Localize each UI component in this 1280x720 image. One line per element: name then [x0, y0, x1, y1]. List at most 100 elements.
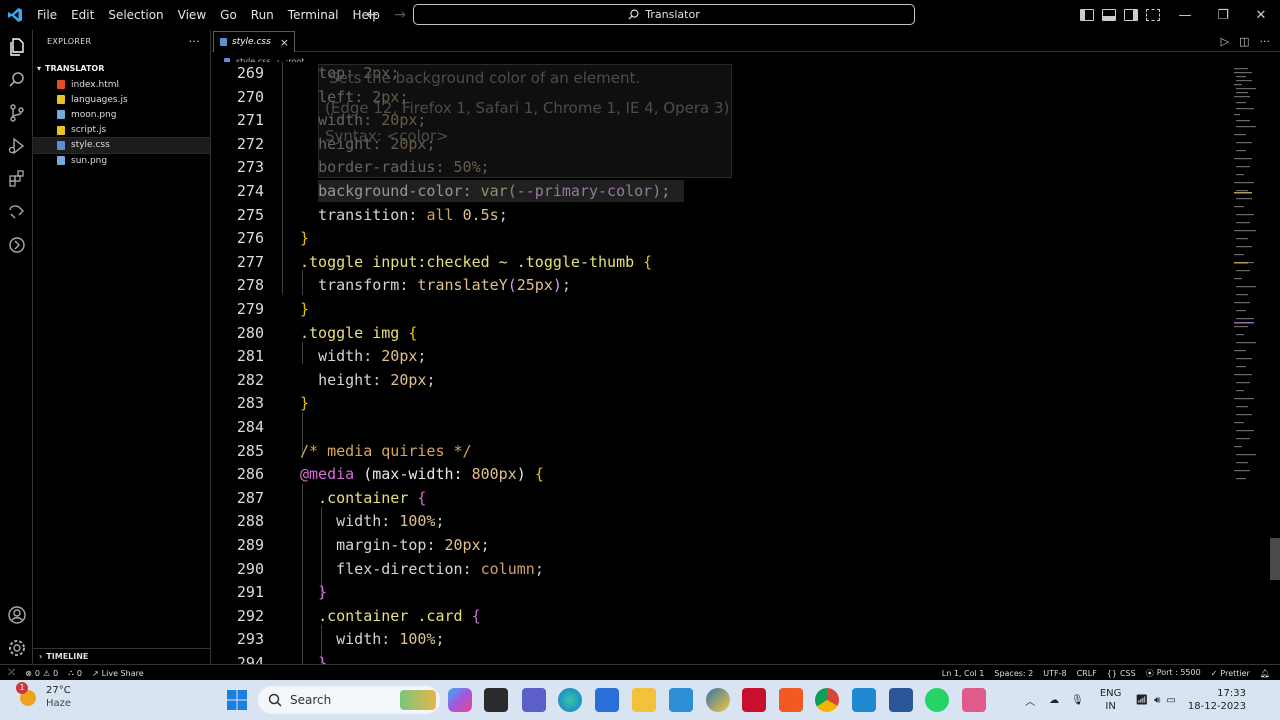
remote-explorer-icon[interactable]	[0, 195, 33, 228]
weather-widget[interactable]: 1 27°C Haze	[16, 682, 71, 710]
command-center-label: Translator	[645, 8, 700, 21]
python-app-icon[interactable]	[706, 688, 730, 712]
menu-go[interactable]: Go	[213, 0, 244, 30]
copilot-app-icon[interactable]	[448, 688, 472, 712]
microphone-icon[interactable]: 🎙︎	[1071, 695, 1084, 706]
tab-style-css[interactable]: style.css ×	[213, 31, 295, 52]
source-control-icon[interactable]	[0, 96, 33, 129]
time: 17:33	[1217, 688, 1246, 699]
hover-description: Sets the background color of an element.	[329, 69, 641, 87]
file-style-css[interactable]: style.css	[32, 136, 211, 154]
file-index-html[interactable]: index.html	[33, 77, 210, 92]
taskbar-search[interactable]: Search	[258, 686, 440, 714]
file-label: moon.png	[71, 109, 117, 120]
weather-sun-icon: 1	[16, 682, 40, 708]
explorer-icon[interactable]	[0, 30, 33, 63]
accounts-icon[interactable]	[0, 598, 33, 631]
file-script-js[interactable]: script.js	[33, 123, 210, 138]
run-debug-icon[interactable]	[0, 129, 33, 162]
live-share-icon[interactable]	[0, 228, 33, 261]
menu-terminal[interactable]: Terminal	[281, 0, 346, 30]
menu-run[interactable]: Run	[244, 0, 281, 30]
vscode-app-icon[interactable]	[852, 688, 876, 712]
temperature: 27°C	[46, 685, 71, 696]
close-icon[interactable]: ×	[280, 36, 289, 49]
onedrive-icon[interactable]: ☁︎	[1049, 695, 1059, 706]
search-highlight-icon	[400, 690, 436, 710]
notifications-bell-icon[interactable]: 🔔︎	[1260, 669, 1270, 678]
mcafee-app-icon[interactable]	[742, 688, 766, 712]
cursor-position[interactable]: Ln 1, Col 1	[942, 669, 985, 678]
activity-bar	[0, 30, 33, 664]
extensions-icon[interactable]	[0, 162, 33, 195]
forward-arrow-icon[interactable]: →	[392, 7, 408, 23]
warning-icon: ⚠	[43, 668, 51, 678]
app-icon-blue[interactable]	[669, 688, 693, 712]
menu-selection[interactable]: Selection	[101, 0, 170, 30]
back-arrow-icon[interactable]: ←	[364, 7, 380, 23]
ports-indicator[interactable]: ⛬ 0	[68, 668, 82, 678]
store-app-icon[interactable]	[595, 688, 619, 712]
brave-browser-icon[interactable]	[779, 688, 803, 712]
file-moon-png[interactable]: moon.png	[33, 107, 210, 122]
end-of-line[interactable]: CRLF	[1077, 669, 1097, 678]
encoding[interactable]: UTF-8	[1043, 669, 1066, 678]
hover-browser-support: (Edge 12, Firefox 1, Safari 1, Chrome 1,…	[325, 99, 730, 117]
more-actions-icon[interactable]: ···	[1260, 35, 1271, 48]
problems-indicator[interactable]: ⊗ 0 ⚠ 0	[25, 669, 58, 678]
battery-icon[interactable]: ▭	[1166, 695, 1175, 706]
search-placeholder: Search	[290, 693, 332, 707]
windows-start-icon[interactable]	[225, 688, 249, 712]
folder-translator[interactable]: ▾ TRANSLATOR	[33, 59, 210, 77]
menu-file[interactable]: File	[30, 0, 64, 30]
edge-browser-icon[interactable]	[558, 688, 582, 712]
error-count: 0	[34, 668, 40, 678]
file-languages-js[interactable]: languages.js	[33, 92, 210, 107]
file-explorer-icon[interactable]	[632, 688, 656, 712]
word-app-icon[interactable]	[889, 688, 913, 712]
file-sun-png[interactable]: sun.png	[33, 153, 210, 168]
search-icon	[268, 693, 282, 707]
toggle-primary-sidebar-icon[interactable]	[1080, 9, 1094, 21]
customize-layout-icon[interactable]	[1146, 9, 1160, 21]
menu-edit[interactable]: Edit	[64, 0, 101, 30]
warning-count: 0	[53, 668, 59, 678]
timeline-section[interactable]: › TIMELINE	[33, 648, 211, 664]
file-label: sun.png	[71, 155, 108, 166]
split-editor-icon[interactable]: ◫	[1239, 35, 1249, 48]
search-icon[interactable]	[0, 63, 33, 96]
settings-gear-icon[interactable]	[0, 631, 33, 664]
hover-syntax: Syntax: <color>	[325, 127, 449, 145]
live-server-port[interactable]: ⦿ Port : 5500	[1146, 668, 1201, 679]
close-button[interactable]: ✕	[1242, 0, 1280, 30]
windows-taskbar: 1 27°C Haze Search ︿ ☁︎ 🎙︎ ENG IN 📶︎ 🔊︎	[0, 680, 1280, 720]
scrollbar-thumb[interactable]	[1270, 538, 1280, 580]
volume-icon[interactable]: 🔊︎	[1154, 695, 1160, 706]
command-center-search[interactable]: Translator	[413, 4, 915, 25]
chrome-browser-icon[interactable]	[815, 688, 839, 712]
ports-count: 0	[76, 668, 82, 678]
teams-app-icon[interactable]	[522, 688, 546, 712]
minimap[interactable]	[1202, 62, 1268, 664]
restore-button[interactable]: ❐	[1204, 0, 1242, 30]
js-file-icon	[57, 125, 65, 135]
toggle-panel-icon[interactable]	[1102, 9, 1116, 21]
clock[interactable]: 17:33 18-12-2023	[1188, 687, 1280, 713]
indentation[interactable]: Spaces: 2	[994, 669, 1033, 678]
whatsapp-app-icon[interactable]	[925, 688, 949, 712]
menu-view[interactable]: View	[171, 0, 213, 30]
chevron-up-icon[interactable]: ︿	[1025, 693, 1035, 708]
remote-indicator-icon[interactable]: ⤫	[8, 668, 15, 678]
live-share-indicator[interactable]: ↗ Live Share	[92, 669, 144, 678]
language-indicator[interactable]: ENG IN	[1100, 687, 1122, 713]
snipping-tool-icon[interactable]	[962, 688, 986, 712]
language-mode[interactable]: {} CSS	[1107, 669, 1136, 678]
wifi-icon[interactable]: 📶︎	[1135, 695, 1148, 706]
prettier-status[interactable]: ✓ Prettier	[1211, 669, 1250, 678]
run-icon[interactable]: ▷	[1221, 35, 1229, 48]
toggle-secondary-sidebar-icon[interactable]	[1124, 9, 1138, 21]
task-view-icon[interactable]	[484, 688, 508, 712]
port-label: Port : 5500	[1156, 667, 1201, 677]
minimize-button[interactable]: —	[1166, 0, 1204, 30]
explorer-more-button[interactable]: ···	[189, 35, 200, 48]
